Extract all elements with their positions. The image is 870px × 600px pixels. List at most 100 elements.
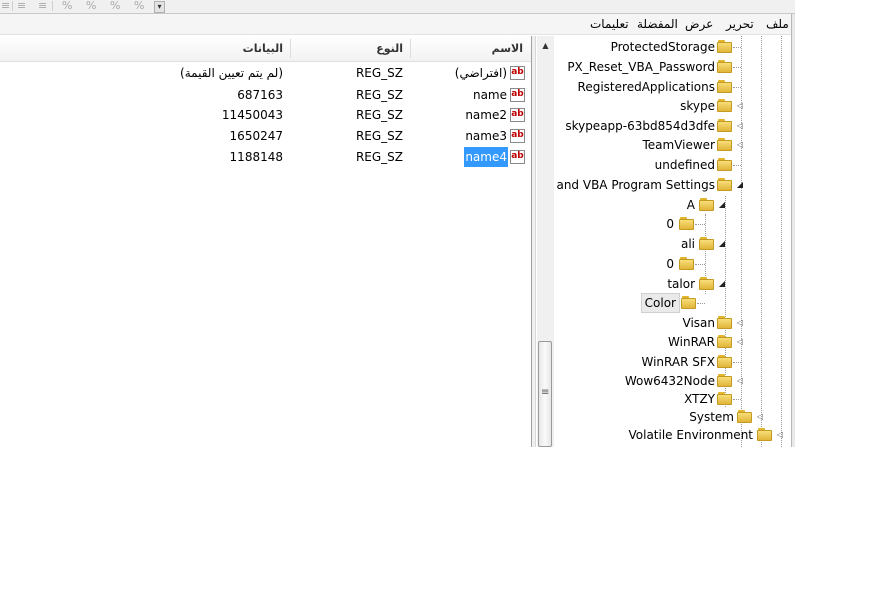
expand-icon[interactable]: ◁ [735, 332, 745, 352]
tree-node[interactable]: 0 [554, 254, 791, 274]
value-name: name [472, 88, 507, 102]
tree-node-selected[interactable]: Color [554, 293, 791, 313]
tree-node-label: VB and VBA Program Settings [554, 178, 715, 192]
table-row[interactable]: 11450043 REG_SZ name2 ab [0, 105, 531, 125]
tree-node[interactable]: System ◁ [554, 407, 791, 427]
folder-icon [717, 392, 732, 405]
tree-scrollbar[interactable]: ▲ ≡ [537, 36, 554, 447]
tree-node-label: ProtectedStorage [610, 40, 715, 54]
tree-node[interactable]: XTZY [554, 389, 791, 409]
registry-tree[interactable]: ProtectedStorage PX_Reset_VBA_Password R… [554, 36, 791, 447]
expand-icon[interactable]: ◁ [735, 371, 745, 391]
tree-node[interactable]: 0 [554, 214, 791, 234]
table-row[interactable]: 687163 REG_SZ name ab [0, 85, 531, 105]
menu-help[interactable]: تعليمات [590, 17, 629, 31]
values-list[interactable]: البيانات النوع الاسم (لم يتم تعيين القيم… [0, 36, 531, 447]
tree-node-label: talor [667, 277, 695, 291]
tree-node[interactable]: skype ◁ [554, 96, 791, 116]
tree-node-label: Visan [682, 316, 716, 330]
value-type: REG_SZ [355, 108, 403, 122]
tree-node-label: A [686, 198, 695, 212]
expand-icon[interactable]: ◁ [755, 407, 765, 427]
percent-icon[interactable]: % [62, 0, 72, 12]
percent-icon[interactable]: % [110, 0, 120, 12]
value-data: 1650247 [229, 129, 283, 143]
folder-icon [717, 80, 732, 93]
tree-node[interactable]: VB and VBA Program Settings ◢ [554, 175, 791, 195]
tree-connector [695, 224, 705, 225]
align-right-icon[interactable]: ≡ [38, 0, 47, 12]
folder-icon [699, 277, 714, 290]
tree-node[interactable]: Wow6432Node ◁ [554, 371, 791, 391]
tree-node[interactable]: Volatile Environment ◁ [554, 425, 791, 445]
scroll-up-icon[interactable]: ▲ [537, 39, 554, 53]
tree-node[interactable]: WinRAR SFX [554, 352, 791, 372]
column-header-type[interactable]: النوع [376, 36, 403, 61]
tree-node[interactable]: A ◢ [554, 195, 791, 215]
folder-icon [679, 257, 694, 270]
tree-connector [733, 399, 741, 400]
tree-connector [733, 47, 741, 48]
tree-connector [733, 165, 741, 166]
tree-node[interactable]: PX_Reset_VBA_Password [554, 57, 791, 77]
folder-icon [717, 374, 732, 387]
toolbar-more-icon[interactable]: ▾ [154, 1, 165, 13]
column-header-data[interactable]: البيانات [243, 36, 283, 61]
expand-icon[interactable]: ◁ [735, 135, 745, 155]
expand-icon[interactable]: ◁ [735, 116, 745, 136]
tree-node-label: RegisteredApplications [577, 80, 715, 94]
folder-icon [737, 410, 752, 423]
scroll-thumb[interactable]: ≡ [538, 341, 552, 447]
percent-icon[interactable]: % [86, 0, 96, 12]
tree-node-label: skype [680, 99, 715, 113]
column-divider[interactable] [410, 39, 411, 58]
menu-edit[interactable]: تحرير [726, 17, 754, 31]
menu-favorites[interactable]: المفضلة [637, 17, 678, 31]
collapse-icon[interactable]: ◢ [717, 195, 727, 215]
value-name: name3 [465, 129, 507, 143]
tree-node-label: 0 [666, 217, 674, 231]
table-row[interactable]: (لم يتم تعيين القيمة) REG_SZ (افتراضي) a… [0, 63, 531, 83]
expand-icon[interactable]: ◁ [735, 96, 745, 116]
percent-icon[interactable]: % [134, 0, 144, 12]
list-header: البيانات النوع الاسم [0, 36, 531, 62]
toolbar: ≡ ≡ ≡ % % % % ▾ [0, 0, 795, 14]
tree-node[interactable]: ProtectedStorage [554, 37, 791, 57]
table-row-selected[interactable]: 1188148 REG_SZ name4 ab [0, 147, 531, 167]
menu-view[interactable]: عرض [685, 17, 713, 31]
pane-splitter[interactable] [531, 36, 536, 447]
value-name: name4 [464, 147, 508, 167]
expand-icon[interactable]: ◁ [735, 313, 745, 333]
menu-file[interactable]: ملف [766, 17, 789, 31]
table-row[interactable]: 1650247 REG_SZ name3 ab [0, 126, 531, 146]
tree-node-label: WinRAR [668, 335, 715, 349]
toolbar-separator [52, 1, 53, 11]
align-center-icon[interactable]: ≡ [17, 0, 26, 12]
tree-node[interactable]: skypeapp-63bd854d3dfe ◁ [554, 116, 791, 136]
tree-node[interactable]: talor ◢ [554, 274, 791, 294]
tree-node[interactable]: undefined [554, 155, 791, 175]
tree-node[interactable]: Visan ◁ [554, 313, 791, 333]
align-left-icon[interactable]: ≡ [1, 0, 10, 12]
collapse-icon[interactable]: ◢ [735, 175, 745, 195]
tree-node-label: Volatile Environment [628, 428, 754, 442]
value-type: REG_SZ [355, 129, 403, 143]
column-header-name[interactable]: الاسم [492, 36, 523, 61]
tree-node[interactable]: WinRAR ◁ [554, 332, 791, 352]
registry-editor-window: ≡ ≡ ≡ % % % % ▾ تعليمات المفضلة عرض تحري… [0, 0, 795, 447]
tree-node[interactable]: ali ◢ [554, 234, 791, 254]
tree-node[interactable]: RegisteredApplications [554, 77, 791, 97]
expand-icon[interactable]: ◁ [775, 425, 785, 445]
tree-node-label: ali [680, 237, 695, 251]
value-data: (لم يتم تعيين القيمة) [180, 66, 283, 80]
tree-node-label: System [689, 410, 734, 424]
column-divider[interactable] [290, 39, 291, 58]
collapse-icon[interactable]: ◢ [717, 234, 727, 254]
tree-node-label: undefined [654, 158, 715, 172]
collapse-icon[interactable]: ◢ [717, 274, 727, 294]
folder-icon [717, 316, 732, 329]
tree-node[interactable]: TeamViewer ◁ [554, 135, 791, 155]
tree-connector [733, 67, 741, 68]
tree-node-label: Color [640, 293, 680, 313]
menubar: تعليمات المفضلة عرض تحرير ملف [0, 14, 795, 35]
